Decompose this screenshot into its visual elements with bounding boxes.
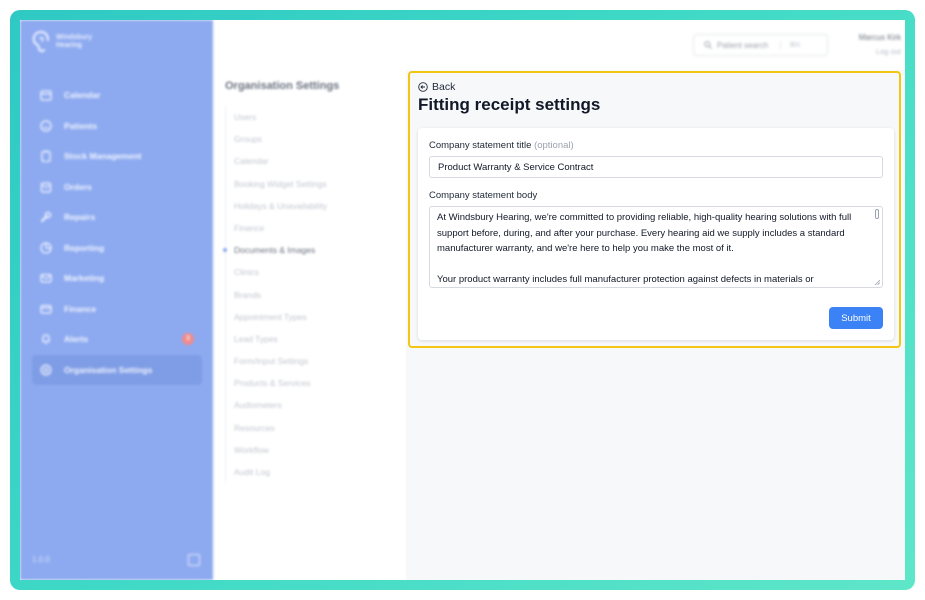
- submit-button[interactable]: Submit: [829, 307, 883, 329]
- search-placeholder: Patient search: [717, 40, 769, 50]
- sidebar-item-label: Alerts: [64, 334, 89, 345]
- collapse-sidebar-icon[interactable]: [188, 554, 200, 566]
- user-name: Marcus Kirk: [858, 33, 901, 42]
- back-label: Back: [432, 81, 456, 93]
- card-icon: [40, 304, 52, 314]
- sidebar-item-finance[interactable]: Finance: [32, 294, 202, 325]
- subnav-item-clinics[interactable]: Clinics: [234, 261, 400, 283]
- ear-icon: [32, 31, 49, 53]
- sidebar-item-orders[interactable]: Orders: [32, 172, 202, 203]
- statement-body-textarea[interactable]: At Windsbury Hearing, we're committed to…: [429, 206, 883, 288]
- sidebar-item-reporting[interactable]: Reporting: [32, 233, 202, 264]
- page-title: Fitting receipt settings: [418, 95, 601, 114]
- mail-icon: [40, 274, 52, 283]
- sidebar-item-marketing[interactable]: Marketing: [32, 263, 202, 294]
- sidebar-item-label: Reporting: [64, 242, 105, 253]
- subnav-item-brands[interactable]: Brands: [234, 284, 400, 306]
- sidebar-item-label: Calendar: [64, 90, 101, 101]
- statement-title-input[interactable]: [429, 156, 883, 178]
- statement-body-text: At Windsbury Hearing, we're committed to…: [437, 212, 852, 285]
- pie-icon: [40, 242, 52, 254]
- box-icon: [40, 182, 52, 193]
- brand-name: Windsbury Hearing: [56, 34, 93, 49]
- wrench-icon: [41, 212, 52, 223]
- sidebar-item-patients[interactable]: Patients: [32, 111, 202, 142]
- back-link[interactable]: Back: [418, 81, 455, 93]
- subnav-item-appointment-types[interactable]: Appointment Types: [234, 306, 400, 328]
- sidebar-item-organisation-settings[interactable]: Organisation Settings: [32, 354, 202, 385]
- optional-hint: (optional): [534, 140, 574, 151]
- subnav-item-resources[interactable]: Resources: [234, 417, 400, 439]
- sidebar-item-alerts[interactable]: Alerts 3: [32, 324, 202, 355]
- logout-link[interactable]: Log out: [841, 47, 901, 56]
- statement-body-label: Company statement body: [429, 190, 538, 201]
- subnav-item-groups[interactable]: Groups: [234, 128, 400, 150]
- subnav-item-products-services[interactable]: Products & Services: [234, 372, 400, 394]
- subnav-item-holidays-unavailability[interactable]: Holidays & Unavailability: [234, 195, 400, 217]
- sidebar-item-label: Stock Management: [64, 151, 142, 162]
- settings-subnav: Organisation Settings Users Groups Calen…: [223, 80, 400, 484]
- resize-handle-icon[interactable]: [874, 279, 880, 285]
- sidebar-item-calendar[interactable]: Calendar: [32, 80, 202, 111]
- sidebar-item-stock-management[interactable]: Stock Management: [32, 141, 202, 172]
- settings-subnav-list: Users Groups Calendar Booking Widget Set…: [223, 106, 400, 484]
- subnav-item-finance[interactable]: Finance: [234, 217, 400, 239]
- calendar-icon: [40, 90, 52, 101]
- sidebar-item-label: Orders: [64, 181, 92, 192]
- receipt-settings-form: Company statement title (optional) Compa…: [418, 128, 894, 340]
- sidebar-item-label: Marketing: [64, 273, 105, 284]
- textarea-scrollbar[interactable]: [875, 209, 879, 219]
- subnav-item-users[interactable]: Users: [234, 106, 400, 128]
- sidebar-item-label: Patients: [64, 120, 98, 131]
- sidebar-item-repairs[interactable]: Repairs: [32, 202, 202, 233]
- sidebar: Windsbury Hearing Calendar Patients Stoc…: [20, 20, 213, 580]
- subnav-item-lead-types[interactable]: Lead Types: [234, 328, 400, 350]
- app-window: Windsbury Hearing Calendar Patients Stoc…: [20, 20, 905, 580]
- patient-search-input[interactable]: Patient search ⌘K: [693, 34, 828, 56]
- sidebar-item-label: Repairs: [64, 212, 96, 223]
- subnav-item-calendar[interactable]: Calendar: [234, 150, 400, 172]
- search-shortcut: ⌘K: [780, 41, 801, 49]
- brand-logo[interactable]: Windsbury Hearing: [32, 30, 96, 54]
- settings-subnav-title: Organisation Settings: [225, 80, 340, 92]
- subnav-item-workflow[interactable]: Workflow: [234, 439, 400, 461]
- statement-title-label-text: Company statement title: [429, 140, 532, 151]
- top-header: Patient search ⌘K Marcus Kirk Log out: [213, 20, 905, 70]
- back-arrow-icon: [418, 82, 428, 92]
- gear-icon: [40, 364, 52, 376]
- sidebar-item-label: Organisation Settings: [64, 364, 153, 375]
- clipboard-icon: [41, 150, 51, 163]
- subnav-item-audit-log[interactable]: Audit Log: [234, 461, 400, 483]
- smile-icon: [40, 120, 52, 132]
- search-icon: [704, 41, 712, 49]
- statement-title-label: Company statement title (optional): [429, 140, 574, 151]
- subnav-item-booking-widget-settings[interactable]: Booking Widget Settings: [234, 173, 400, 195]
- subnav-item-form-input-settings[interactable]: Form/Input Settings: [234, 350, 400, 372]
- sidebar-nav: Calendar Patients Stock Management Order…: [32, 80, 202, 385]
- subnav-item-audiometers[interactable]: Audiometers: [234, 394, 400, 416]
- alerts-count-badge: 3: [182, 333, 194, 345]
- bell-icon: [42, 334, 50, 345]
- sidebar-item-label: Finance: [64, 303, 97, 314]
- app-version: 1.0.0: [32, 555, 50, 564]
- subnav-item-documents-images[interactable]: Documents & Images: [223, 239, 400, 261]
